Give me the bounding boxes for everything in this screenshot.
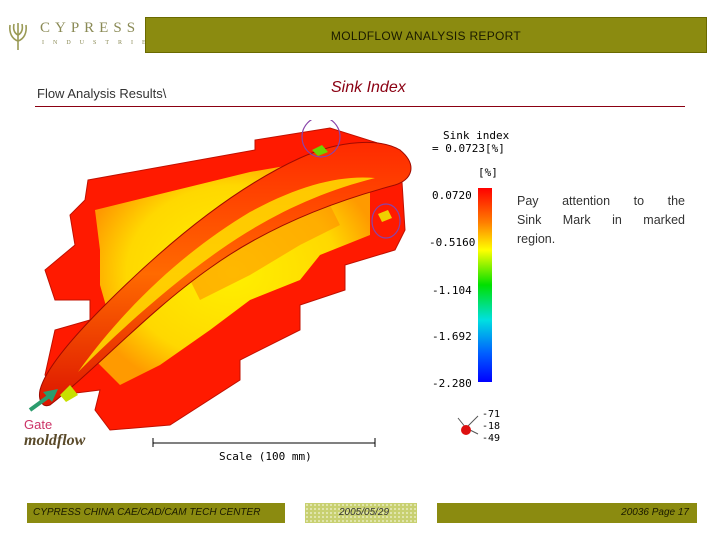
legend-tick: -0.5160 xyxy=(429,236,475,249)
legend-tick: 0.0720 xyxy=(432,189,472,202)
note-line: region. xyxy=(517,232,556,246)
color-legend: Sink index = 0.0723[%] [%] 0.0720 -0.516… xyxy=(429,129,510,390)
footer-date-box: 2005/05/29 xyxy=(305,503,417,523)
legend-tick: -1.692 xyxy=(432,330,472,343)
axis-orientation-icon xyxy=(457,415,479,435)
legend-unit: [%] xyxy=(478,166,498,179)
result-value: = 0.0723[%] xyxy=(432,142,505,155)
result-name: Sink index xyxy=(443,129,510,142)
axis-values: -71 -18 -49 xyxy=(482,409,500,445)
scale-bar xyxy=(152,438,376,447)
legend-tick: -1.104 xyxy=(432,284,472,297)
footer-org: CYPRESS CHINA CAE/CAD/CAM TECH CENTER xyxy=(33,507,261,518)
axis-value: -18 xyxy=(482,421,501,432)
annotation-note: Pay attention to the Sink Mark in marked… xyxy=(517,192,685,249)
sink-index-plot: Sink index = 0.0723[%] [%] 0.0720 -0.516… xyxy=(28,120,510,447)
footer-date: 2005/05/29 xyxy=(339,507,390,518)
title-divider xyxy=(35,106,685,107)
cypress-tree-icon xyxy=(9,23,27,50)
legend-tick: -2.280 xyxy=(432,377,472,390)
footer: CYPRESS CHINA CAE/CAD/CAM TECH CENTER 20… xyxy=(27,503,697,523)
report-title: MOLDFLOW ANALYSIS REPORT xyxy=(330,29,522,43)
axis-value: -49 xyxy=(482,433,501,444)
header-bar: MOLDFLOW ANALYSIS REPORT xyxy=(145,17,720,53)
gate-label: Gate xyxy=(24,417,53,432)
footer-right: 20036 Page 17 xyxy=(437,503,697,523)
moldflow-logo: moldflow xyxy=(24,432,86,449)
axis-value: -71 xyxy=(482,409,501,420)
plot-title: Sink Index xyxy=(331,79,406,96)
scale-label: Scale (100 mm) xyxy=(219,450,312,463)
footer-left: CYPRESS CHINA CAE/CAD/CAM TECH CENTER xyxy=(27,503,285,523)
page-number: 20036 Page 17 xyxy=(621,507,689,518)
logo-wordmark: CYPRESS xyxy=(40,20,141,36)
note-line: Sink Mark in marked xyxy=(517,213,685,227)
note-line: Pay attention to the xyxy=(517,194,685,208)
section-title: Flow Analysis Results\ xyxy=(37,86,167,101)
company-logo: CYPRESS INDUSTRIES xyxy=(0,17,158,53)
